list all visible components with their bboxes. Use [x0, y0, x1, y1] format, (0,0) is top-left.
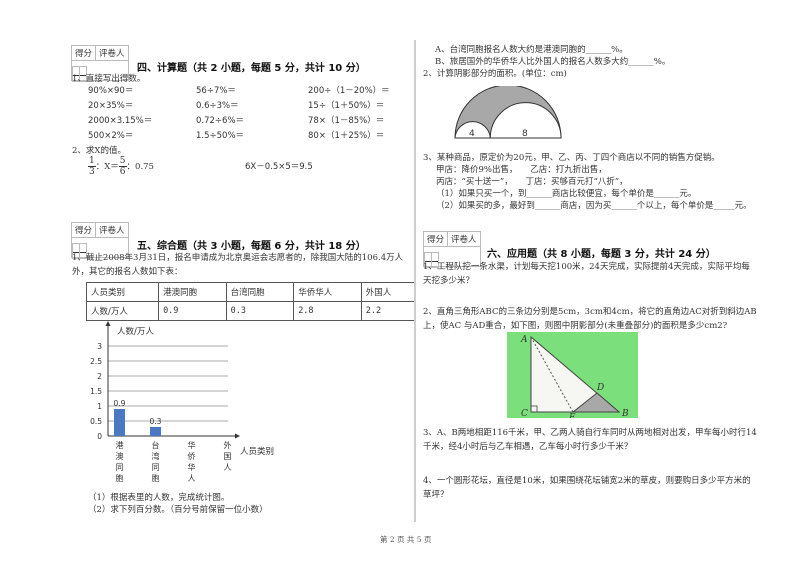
y-tick-label: 1 [97, 402, 102, 411]
section6-q4: 4、一个圆形花坛，直径是10米，如果围绕花坛铺宽2米的草皮，则要购日多少平方米的… [423, 476, 751, 500]
label-4: 4 [469, 129, 475, 139]
fraction-five-sixths: 56 [118, 156, 127, 177]
bar-data-label: 0.3 [150, 417, 162, 426]
q3-line: 3、某种商品，原定价为20元，甲、乙、丙、丁四个商店以不同的销售方促销。 [423, 153, 720, 163]
section5-subA: A、台湾同胞报名人数大约是港澳同胞的______%。 [435, 45, 628, 55]
section4-q2-eq1: 1 3 ：X＝ 5 6 ：0.75 [88, 156, 154, 177]
semicircle-figure: 4 8 [454, 86, 562, 139]
section4-title: 四、计算题（共 2 小题，每题 5 分，共计 10 分） [137, 63, 366, 74]
vertex-label-b: B [621, 409, 629, 418]
score-label: 得分 [422, 231, 449, 247]
vertex-label-a: A [520, 335, 528, 345]
calc-expression: 200÷（1－20%）＝ [308, 86, 390, 96]
section6-q3: 3、A、B两地相距116千米，甲、乙两人骑自行车同时从两地相对出发，甲车每小时行… [423, 428, 757, 452]
section4-q2-eq2: 6X－0.5×5＝9.5 [245, 162, 313, 172]
y-axis-arrow-icon [105, 321, 111, 326]
q3-line: （1）如果只买一个，到______商店比较便宜，每个单价是______元。 [436, 189, 697, 199]
calc-expression: 2000×3.15%＝ [88, 116, 153, 126]
section6-q1: 1、工程队挖一条水渠，计划每天挖100米，24天完成，实际提前4天完成，实际平均… [423, 262, 750, 286]
score-label: 得分 [70, 45, 97, 61]
x-category-label: 港澳同胞 [116, 440, 124, 483]
vertex-label-c: C [521, 409, 528, 418]
section5-title: 五、综合题（共 3 小题，每题 6 分，共计 18 分） [137, 241, 366, 252]
label-8: 8 [522, 129, 528, 139]
grader-label: 评卷人 [95, 45, 129, 61]
table-cell: 港澳同胞 [158, 282, 227, 302]
calc-expression: 90%×90＝ [88, 86, 134, 96]
table-cell: 台湾同胞 [225, 282, 295, 302]
x-category-label: 外国人 [224, 440, 232, 472]
calc-expression: 80×（1＋25%）＝ [308, 131, 385, 141]
column-divider [414, 40, 416, 522]
y-tick-label: 2.5 [90, 357, 102, 366]
bar-data-label: 0.9 [114, 399, 126, 408]
section6-title: 六、应用题（共 8 小题，每题 3 分，共计 24 分） [487, 249, 716, 260]
y-tick-label: 0 [97, 432, 102, 441]
q3-line: 丙店：“买十送一”， 丁店：买够百元打“八折”， [436, 177, 628, 187]
grader-label: 评卷人 [447, 231, 481, 247]
table-cell: 0.9 [158, 301, 227, 321]
section5-q1-text: 1、截止2008年3月31日，报名申请成为北京奥运会志愿者的，除我国大陆的106… [72, 253, 404, 277]
y-tick-label: 3 [97, 342, 102, 351]
y-tick-label: 0.5 [90, 417, 102, 426]
table-cell: 外国人 [360, 282, 417, 302]
bar [114, 409, 125, 436]
bar-chart: 0 0.5 1 1.5 2 2.5 3 人数/万人人员类别 0.9 港澳同胞 0.3 台湾同胞 华侨华人… [90, 321, 274, 483]
q3-line: （2）如果买的多，最好到______商店，因为买______个以上，每个单价是_… [436, 201, 752, 211]
section5-sub2: （2）求下列百分数。（百分号前保留一位小数） [88, 505, 268, 515]
fraction-one-third: 13 [88, 156, 96, 177]
x-axis-arrow-icon [235, 433, 240, 439]
vertex-label-e: E [568, 413, 576, 418]
section5-subB: B、旅居国外的华侨华人比外国人的报名人数多大约______%。 [435, 57, 671, 67]
table-cell: 人数/万人 [85, 301, 160, 321]
y-tick-label: 1.5 [90, 387, 102, 396]
table-row: 人数/万人 0.9 0.3 2.8 2.2 [85, 301, 417, 321]
calc-expression: 0.72÷6%＝ [196, 116, 245, 126]
table-cell: 0.3 [225, 301, 295, 321]
table-cell: 2.2 [360, 301, 417, 321]
vertex-label-d: D [596, 383, 604, 393]
y-tick-label: 2 [97, 372, 102, 381]
calc-expression: 1.5÷50%＝ [196, 131, 245, 141]
section6-q2: 2、直角三角形ABC的三条边分别是5cm，3cm和4cm，将它的直角边AC对折到… [423, 307, 757, 331]
y-axis-label: 人数/万人 [117, 326, 154, 337]
triangle-figure: A B C D E [507, 332, 638, 418]
section4-q1-label: 1、直接写出得数。 [72, 74, 146, 84]
grader-label: 评卷人 [95, 222, 129, 238]
x-axis-label: 人员类别 [240, 446, 274, 457]
calc-expression: 20×35%＝ [88, 101, 134, 111]
table-cell: 2.8 [293, 301, 362, 321]
x-category-label: 台湾同胞 [152, 440, 160, 483]
table-cell: 华侨华人 [293, 282, 362, 302]
calc-expression: 15÷（1＋50%）＝ [308, 101, 385, 111]
calc-expression: 0.6÷3%＝ [196, 101, 239, 111]
volunteer-table: 人员类别 港澳同胞 台湾同胞 华侨华人 外国人 人数/万人 0.9 0.3 2.… [85, 282, 417, 321]
calc-expression: 78×（1－85%）＝ [308, 116, 385, 126]
page-footer: 第 2 页 共 5 页 [380, 535, 432, 544]
calc-expression: 56÷7%＝ [196, 86, 236, 96]
table-header-row: 人员类别 港澳同胞 台湾同胞 华侨华人 外国人 [85, 282, 417, 302]
score-label: 得分 [70, 222, 97, 238]
bar [150, 427, 161, 436]
x-category-label: 华侨华人 [188, 440, 196, 483]
section5-sub1: （1）根据表里的人数，完成统计图。 [88, 493, 230, 503]
section5-q2-text: 2、计算阴影部分的面积。(单位：cm) [423, 69, 567, 79]
calc-expression: 500×2%＝ [88, 131, 134, 141]
table-cell: 人员类别 [85, 282, 160, 302]
q3-line: 甲店：降价9%出售， 乙店：打九折出售， [436, 165, 607, 175]
